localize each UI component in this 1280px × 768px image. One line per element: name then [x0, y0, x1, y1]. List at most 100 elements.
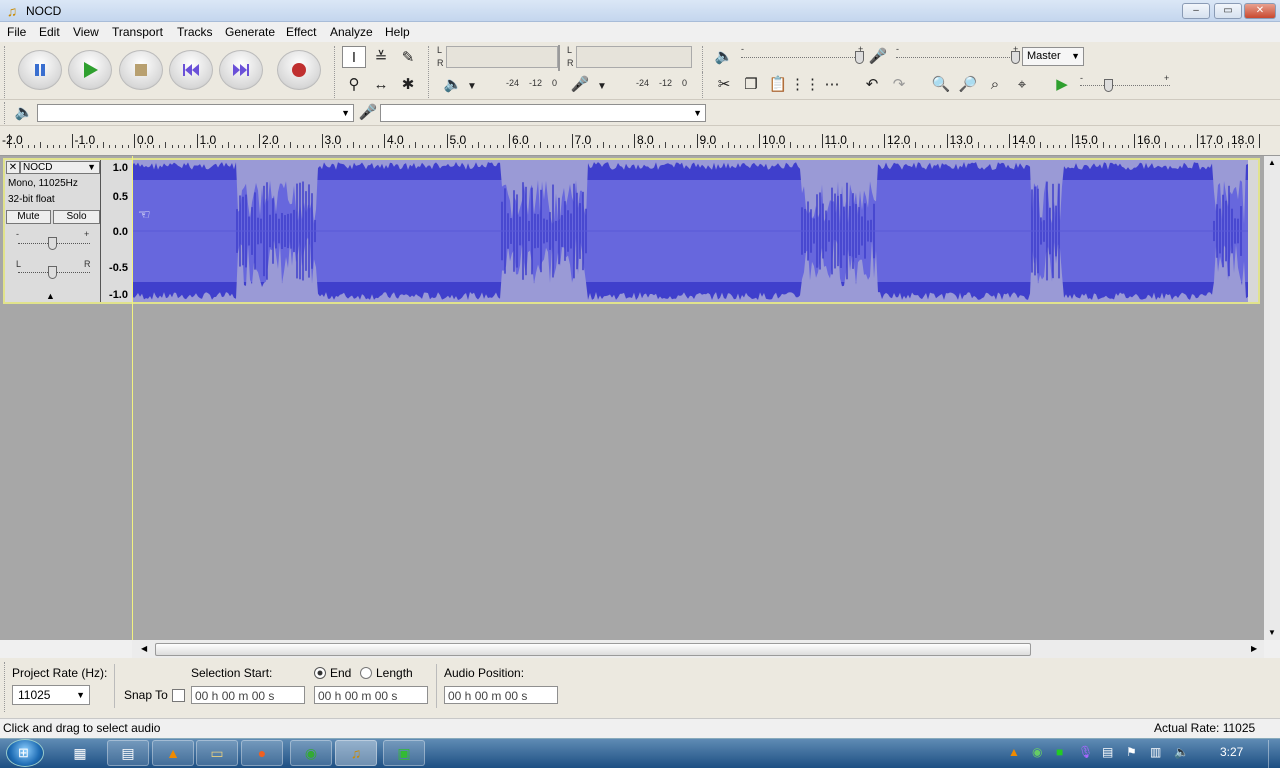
menu-file[interactable]: File: [7, 25, 26, 39]
track-close-button[interactable]: ✕: [6, 161, 20, 174]
vlc-tray-icon[interactable]: ▲: [1008, 745, 1020, 759]
explorer-icon[interactable]: ▭: [196, 740, 238, 766]
zoom-in-icon[interactable]: 🔍: [929, 73, 953, 95]
input-volume-slider[interactable]: [896, 57, 1018, 58]
vlc-icon[interactable]: ▲: [152, 740, 194, 766]
waveform[interactable]: [132, 160, 1248, 302]
silence-icon[interactable]: ⋯: [820, 73, 844, 95]
selection-start-time[interactable]: 00 h 00 m 00 s: [191, 686, 305, 704]
zoom-tool-icon[interactable]: ⚲: [342, 73, 366, 95]
selection-tool-icon[interactable]: I: [342, 46, 366, 68]
selection-end-time[interactable]: 00 h 00 m 00 s: [314, 686, 428, 704]
input-source-select[interactable]: Master ▼: [1022, 47, 1084, 66]
play-meter[interactable]: [446, 46, 558, 68]
play-at-speed-icon[interactable]: ▶: [1050, 73, 1074, 95]
horizontal-scroll-thumb[interactable]: [155, 643, 1031, 656]
menu-transport[interactable]: Transport: [112, 25, 163, 39]
fit-project-icon[interactable]: ⌖: [1010, 73, 1034, 95]
ruler-minor-tick: [309, 145, 310, 148]
toolbar-grip[interactable]: [4, 102, 8, 124]
toolbar-grip[interactable]: [4, 46, 8, 98]
collapse-track-icon[interactable]: ▲: [46, 291, 55, 301]
play-button[interactable]: [68, 50, 112, 90]
skip-to-start-button[interactable]: [169, 50, 213, 90]
undo-icon[interactable]: ↶: [860, 73, 884, 95]
show-desktop-button[interactable]: [1268, 740, 1280, 768]
timeshift-tool-icon[interactable]: ↔: [369, 73, 393, 95]
multi-tool-icon[interactable]: ✱: [396, 73, 420, 95]
show-desktop-icon[interactable]: ▦: [60, 740, 100, 766]
redo-icon[interactable]: ↷: [887, 73, 911, 95]
track-name-menu[interactable]: NOCD ▼: [20, 161, 100, 174]
terminal-icon[interactable]: ▣: [383, 740, 425, 766]
solo-button[interactable]: Solo: [53, 210, 100, 224]
menu-view[interactable]: View: [73, 25, 99, 39]
output-volume-slider[interactable]: [741, 57, 863, 58]
menu-analyze[interactable]: Analyze: [330, 25, 373, 39]
network-app-icon[interactable]: ◉: [290, 740, 332, 766]
clock[interactable]: 3:27: [1220, 745, 1243, 759]
output-device-select[interactable]: ▼: [37, 104, 354, 122]
record-button[interactable]: [277, 50, 321, 90]
menu-edit[interactable]: Edit: [39, 25, 60, 39]
firefox-icon[interactable]: ●: [241, 740, 283, 766]
ruler-minor-tick: [627, 145, 629, 148]
cut-icon[interactable]: ✂: [712, 73, 736, 95]
rec-meter-menu-icon[interactable]: ▼: [590, 75, 614, 97]
vertical-scrollbar[interactable]: [1264, 156, 1280, 640]
scroll-up-icon[interactable]: ▲: [1268, 158, 1276, 167]
draw-tool-icon[interactable]: ✎: [396, 46, 420, 68]
microphone-meter-icon[interactable]: 🎤: [568, 73, 592, 95]
toolbar-grip[interactable]: [334, 46, 338, 98]
play-meter-menu-icon[interactable]: ▼: [460, 75, 484, 97]
play-speed-thumb[interactable]: [1104, 79, 1113, 92]
ruler-minor-tick: [990, 145, 992, 148]
gain-slider-thumb[interactable]: [48, 237, 57, 250]
flag-tray-icon[interactable]: ⚑: [1126, 745, 1137, 759]
network-status-icon[interactable]: ▥: [1150, 745, 1161, 759]
pause-button[interactable]: [18, 50, 62, 90]
scroll-left-icon[interactable]: ◀: [141, 644, 147, 653]
fit-selection-icon[interactable]: ⌕: [983, 73, 1007, 95]
mute-button[interactable]: Mute: [6, 210, 51, 224]
close-button[interactable]: ✕: [1244, 3, 1276, 19]
document-tray-icon[interactable]: ▤: [1102, 745, 1113, 759]
pan-slider-thumb[interactable]: [48, 266, 57, 279]
skip-to-end-button[interactable]: [219, 50, 263, 90]
project-rate-select[interactable]: 11025 ▼: [12, 685, 90, 705]
volume-tray-icon[interactable]: 🔈: [1174, 745, 1189, 759]
trim-icon[interactable]: ⋮⋮: [790, 73, 820, 95]
chevron-down-icon: ▼: [341, 108, 350, 118]
ruler-minor-tick: [52, 145, 54, 148]
audacity-taskbar-icon[interactable]: ♫: [335, 740, 377, 766]
toolbar-grip[interactable]: [428, 46, 432, 98]
play-speed-slider[interactable]: [1080, 85, 1170, 86]
green-tray-icon[interactable]: ■: [1056, 745, 1063, 759]
zoom-out-icon[interactable]: 🔎: [956, 73, 980, 95]
record-meter[interactable]: [576, 46, 692, 68]
menu-generate[interactable]: Generate: [225, 25, 275, 39]
input-device-select[interactable]: ▼: [380, 104, 706, 122]
mic-tray-icon[interactable]: 🎙: [1078, 745, 1093, 759]
scroll-right-icon[interactable]: ▶: [1251, 644, 1257, 653]
snap-to-checkbox[interactable]: [172, 689, 185, 702]
network-tray-icon[interactable]: ◉: [1032, 745, 1042, 759]
menu-effect[interactable]: Effect: [286, 25, 316, 39]
copy-icon[interactable]: ❐: [739, 73, 763, 95]
maximize-button[interactable]: ▭: [1214, 3, 1242, 19]
audio-position-time[interactable]: 00 h 00 m 00 s: [444, 686, 558, 704]
notepad-icon[interactable]: ▤: [107, 740, 149, 766]
envelope-tool-icon[interactable]: ≚: [369, 46, 393, 68]
scroll-down-icon[interactable]: ▼: [1268, 628, 1276, 637]
minimize-button[interactable]: ‒: [1182, 3, 1210, 19]
paste-icon[interactable]: 📋: [766, 73, 790, 95]
toolbar-grip[interactable]: [702, 72, 706, 98]
menu-help[interactable]: Help: [385, 25, 410, 39]
end-radio[interactable]: [314, 667, 326, 679]
length-radio[interactable]: [360, 667, 372, 679]
stop-button[interactable]: [119, 50, 163, 90]
length-label: Length: [376, 666, 413, 680]
toolbar-grip[interactable]: [4, 662, 8, 712]
menu-tracks[interactable]: Tracks: [177, 25, 213, 39]
ruler-minor-tick: [646, 145, 648, 148]
